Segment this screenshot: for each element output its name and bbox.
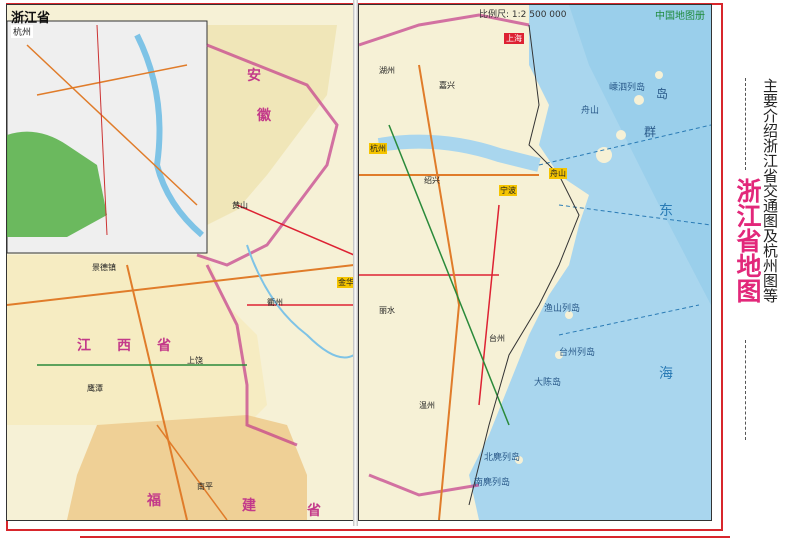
divider-bottom (745, 340, 746, 440)
atlas-name: 中国地图册 (655, 11, 705, 22)
city-shangrao[interactable]: 上饶 (187, 355, 203, 366)
divider-top (745, 78, 746, 170)
map-page-left[interactable]: 浙江省 杭州 安 徽 江 西 省 福 建 省 黄山 衢州 上饶 景德镇 鹰潭 南… (6, 4, 355, 521)
map-title: 浙江省地图 (733, 178, 762, 303)
city-huzhou[interactable]: 湖州 (379, 65, 395, 76)
map-page-right[interactable]: 比例尺: 1:2 500 000 中国地图册 上海 嘉兴 湖州 杭州 绍兴 宁波… (358, 4, 712, 521)
sea-label-dong: 东 (659, 203, 673, 219)
city-quzhou[interactable]: 衢州 (267, 297, 283, 308)
province-label-fujian-2: 建 (242, 498, 256, 514)
page-title: 浙江省 (11, 11, 51, 26)
sea-label-hai: 海 (659, 366, 673, 382)
city-taizhou[interactable]: 台州 (489, 333, 505, 344)
city-lishui[interactable]: 丽水 (379, 305, 395, 316)
island-shengsi: 嵊泗列岛 (609, 83, 646, 93)
city-nanping[interactable]: 南平 (197, 481, 213, 492)
province-label-fujian-1: 福 (147, 493, 161, 509)
province-label-jiangxi-1: 江 (77, 338, 91, 354)
inset-label: 杭州 (11, 25, 34, 38)
province-label-anhui-1: 安 (247, 68, 261, 84)
island-beiji: 北麂列岛 (484, 453, 521, 463)
city-jiaxing[interactable]: 嘉兴 (439, 80, 455, 91)
bottom-rule (80, 536, 730, 544)
province-label-fujian-3: 省 (307, 503, 321, 519)
city-shaoxing[interactable]: 绍兴 (424, 175, 440, 186)
province-label-jiangxi-3: 省 (157, 338, 171, 354)
city-shanghai[interactable]: 上海 (504, 33, 524, 44)
island-yushan: 渔山列岛 (544, 304, 581, 314)
island-zhoushan: 舟山 (581, 106, 600, 116)
city-yingtan[interactable]: 鹰潭 (87, 383, 103, 394)
city-jingdezhen[interactable]: 景德镇 (92, 262, 116, 273)
island-label-dao: 岛 (656, 87, 669, 101)
scale-text: 比例尺: 1:2 500 000 (479, 10, 567, 20)
city-huangshan[interactable]: 黄山 (232, 200, 248, 211)
island-nanji: 南麂列岛 (474, 478, 511, 488)
city-zhoushan[interactable]: 舟山 (549, 168, 567, 179)
city-wenzhou[interactable]: 温州 (419, 400, 435, 411)
city-hangzhou[interactable]: 杭州 (369, 143, 387, 154)
right-map-graphic (359, 5, 711, 520)
island-dachen: 大陈岛 (534, 378, 562, 388)
province-label-jiangxi-2: 西 (117, 338, 131, 354)
island-taizhou: 台州列岛 (559, 348, 596, 358)
left-map-graphic (7, 5, 354, 520)
province-label-anhui-2: 徽 (257, 108, 271, 124)
island-label-qun: 群 (644, 125, 657, 139)
city-ningbo[interactable]: 宁波 (499, 185, 517, 196)
